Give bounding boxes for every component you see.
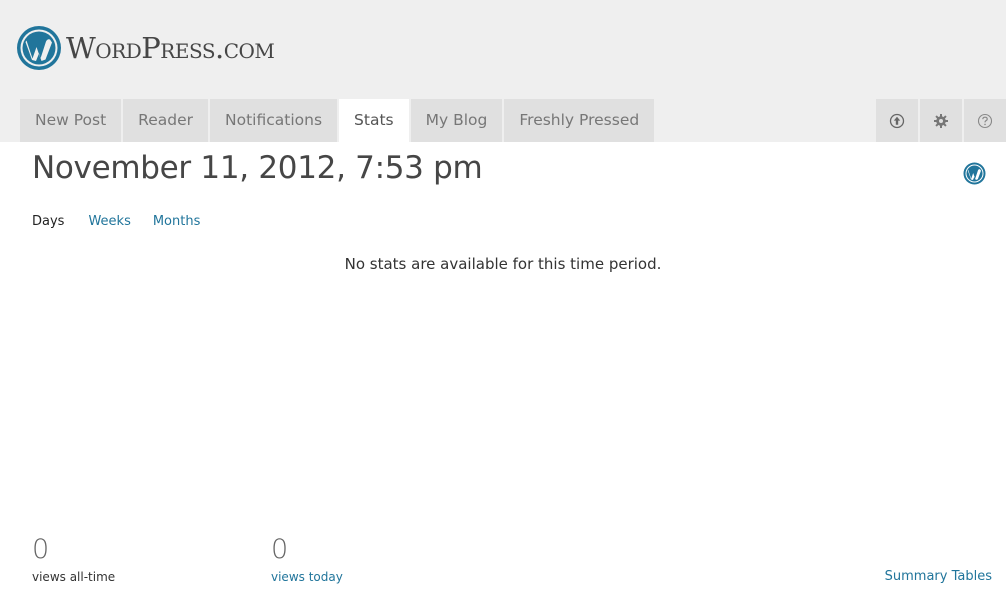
wordpress-logo-icon bbox=[17, 26, 61, 70]
brand-wordmark: WordPress.com bbox=[66, 31, 275, 65]
toolbar-icons bbox=[874, 99, 1006, 142]
gear-icon bbox=[934, 113, 948, 128]
period-weeks-link[interactable]: Weeks bbox=[88, 214, 130, 229]
wordpress-small-icon[interactable] bbox=[963, 162, 986, 185]
page-title: November 11, 2012, 7:53 pm bbox=[32, 150, 483, 186]
summary-tables-link[interactable]: Summary Tables bbox=[885, 569, 992, 584]
period-selector: Days Weeks Months bbox=[32, 214, 222, 229]
tab-stats[interactable]: Stats bbox=[339, 99, 411, 142]
help-button[interactable] bbox=[964, 99, 1006, 142]
tab-notifications[interactable]: Notifications bbox=[210, 99, 340, 142]
tab-my-blog[interactable]: My Blog bbox=[410, 99, 505, 142]
stat-value: 0 bbox=[32, 534, 50, 565]
views-today-link[interactable]: views today bbox=[271, 569, 343, 585]
upload-button[interactable] bbox=[876, 99, 918, 142]
help-icon bbox=[977, 113, 993, 128]
app-header: WordPress.com New Post Reader Notificati… bbox=[0, 0, 1006, 142]
tab-freshly-pressed[interactable]: Freshly Pressed bbox=[504, 99, 655, 142]
stat-label: views all-time bbox=[32, 570, 116, 584]
period-days[interactable]: Days bbox=[32, 214, 64, 229]
tab-new-post[interactable]: New Post bbox=[20, 99, 124, 142]
upload-icon bbox=[889, 113, 905, 128]
settings-button[interactable] bbox=[920, 99, 962, 142]
stat-value: 0 bbox=[271, 534, 289, 565]
stat-views-all-time: 0 views all-time bbox=[32, 535, 115, 585]
wordpress-logo[interactable]: WordPress.com bbox=[16, 24, 275, 72]
empty-stats-message: No stats are available for this time per… bbox=[344, 255, 662, 273]
tab-reader[interactable]: Reader bbox=[123, 99, 211, 142]
period-months-link[interactable]: Months bbox=[153, 214, 201, 229]
main-nav-tabs: New Post Reader Notifications Stats My B… bbox=[20, 99, 655, 142]
stat-views-today: 0 views today bbox=[271, 535, 343, 585]
